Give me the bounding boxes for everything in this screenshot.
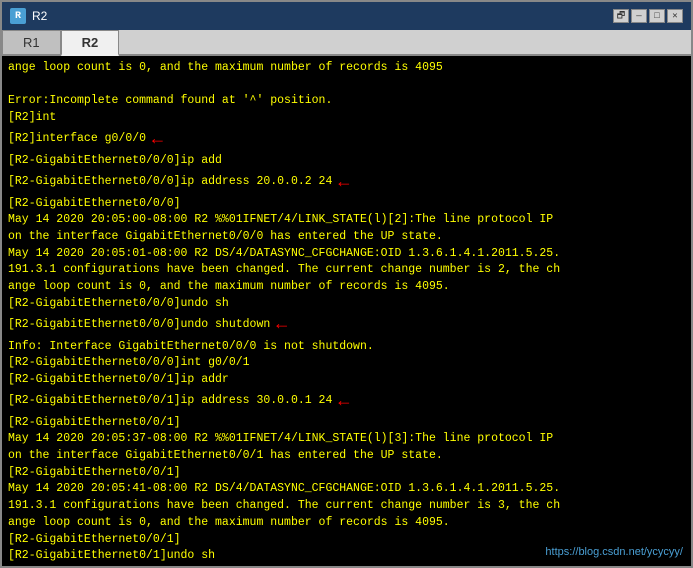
arrow-indicator: ← — [152, 127, 163, 153]
terminal-line: [R2-GigabitEthernet0/0/0]int g0/0/1 — [8, 355, 685, 372]
terminal-line: [R2-GigabitEthernet0/0/1]ip address 30.0… — [8, 389, 685, 415]
terminal-line: [R2-GigabitEthernet0/0/1] — [8, 415, 685, 432]
line-text: [R2-GigabitEthernet0/0/0]undo sh — [8, 296, 229, 313]
line-text: on the interface GigabitEthernet0/0/1 ha… — [8, 448, 443, 465]
terminal-line: ange loop count is 0, and the maximum nu… — [8, 279, 685, 296]
window-title: R2 — [32, 9, 607, 23]
app-icon: R — [10, 8, 26, 24]
title-bar: R R2 🗗 — □ ✕ — [2, 2, 691, 30]
terminal-line: 191.3.1 configurations have been changed… — [8, 498, 685, 515]
line-text: Error:Incomplete command found at '^' po… — [8, 93, 332, 110]
terminal-line: [R2-GigabitEthernet0/0/0] — [8, 196, 685, 213]
line-text: ange loop count is 0, and the maximum nu… — [8, 279, 450, 296]
terminal-line: [R2-GigabitEthernet0/0/0]undo sh — [8, 296, 685, 313]
terminal-line: on the interface GigabitEthernet0/0/1 ha… — [8, 448, 685, 465]
line-text: on the interface GigabitEthernet0/0/0 ha… — [8, 229, 443, 246]
window-controls: 🗗 — □ ✕ — [613, 9, 683, 23]
line-text: 191.3.1 configurations have been changed… — [8, 262, 560, 279]
terminal-line: [R2-GigabitEthernet0/0/1] — [8, 532, 685, 549]
minimize-button[interactable]: — — [631, 9, 647, 23]
main-window: R R2 🗗 — □ ✕ R1 R2 ange loop count is 0,… — [0, 0, 693, 568]
line-text: May 14 2020 20:05:41-08:00 R2 DS/4/DATAS… — [8, 481, 560, 498]
line-text: [R2-GigabitEthernet0/0/0]int g0/0/1 — [8, 355, 250, 372]
terminal-output[interactable]: ange loop count is 0, and the maximum nu… — [2, 56, 691, 566]
arrow-indicator: ← — [276, 565, 287, 566]
terminal-line: [R2-GigabitEthernet0/0/1] — [8, 465, 685, 482]
line-text: May 14 2020 20:05:37-08:00 R2 %%01IFNET/… — [8, 431, 553, 448]
line-text: [R2-GigabitEthernet0/1]undo sh — [8, 548, 215, 565]
line-text: [R2-GigabitEthernet0/0/0]undo shutdown — [8, 317, 270, 334]
terminal-line: [R2]interface g0/0/0 ← — [8, 127, 685, 153]
line-text: [R2-GigabitEthernet0/0/1]ip addr — [8, 372, 229, 389]
terminal-line: Info: Interface GigabitEthernet0/0/0 is … — [8, 339, 685, 356]
arrow-indicator: ← — [276, 312, 287, 338]
tab-r1[interactable]: R1 — [2, 30, 61, 54]
line-text: [R2-GigabitEthernet0/0/1] — [8, 532, 181, 549]
line-text: 191.3.1 configurations have been changed… — [8, 498, 560, 515]
terminal-line: [R2-GigabitEthernet0/0/0]ip address 20.0… — [8, 170, 685, 196]
line-text: [R2]int — [8, 110, 56, 127]
terminal-line: on the interface GigabitEthernet0/0/0 ha… — [8, 229, 685, 246]
line-text: [R2-GigabitEthernet0/0/1]ip address 30.0… — [8, 393, 332, 410]
terminal-line: [R2-GigabitEthernet0/0/0]ip add — [8, 153, 685, 170]
terminal-line: May 14 2020 20:05:41-08:00 R2 DS/4/DATAS… — [8, 481, 685, 498]
line-text: [R2-GigabitEthernet0/0/1] — [8, 465, 181, 482]
terminal-line — [8, 77, 685, 94]
tab-r2[interactable]: R2 — [61, 30, 120, 56]
restore-button[interactable]: 🗗 — [613, 9, 629, 23]
line-text: May 14 2020 20:05:01-08:00 R2 DS/4/DATAS… — [8, 246, 560, 263]
terminal-line: ange loop count is 0, and the maximum nu… — [8, 60, 685, 77]
line-text: [R2-GigabitEthernet0/0/0]ip address 20.0… — [8, 174, 332, 191]
terminal-line: May 14 2020 20:05:00-08:00 R2 %%01IFNET/… — [8, 212, 685, 229]
terminal-line: [R2-GigabitEthernet0/0/1]undo shutdown← — [8, 565, 685, 566]
close-button[interactable]: ✕ — [667, 9, 683, 23]
line-text: ange loop count is 0, and the maximum nu… — [8, 515, 450, 532]
terminal-line: [R2]int — [8, 110, 685, 127]
line-text: [R2]interface g0/0/0 — [8, 131, 146, 148]
terminal-line: [R2-GigabitEthernet0/0/1]ip addr — [8, 372, 685, 389]
line-text: May 14 2020 20:05:00-08:00 R2 %%01IFNET/… — [8, 212, 553, 229]
arrow-indicator: ← — [338, 389, 349, 415]
line-text: [R2-GigabitEthernet0/0/1] — [8, 415, 181, 432]
terminal-line: May 14 2020 20:05:37-08:00 R2 %%01IFNET/… — [8, 431, 685, 448]
terminal-line: Error:Incomplete command found at '^' po… — [8, 93, 685, 110]
terminal-line: [R2-GigabitEthernet0/1]undo sh — [8, 548, 685, 565]
terminal-line: [R2-GigabitEthernet0/0/0]undo shutdown ← — [8, 312, 685, 338]
line-text: [R2-GigabitEthernet0/0/0] — [8, 196, 181, 213]
terminal-container: ange loop count is 0, and the maximum nu… — [2, 56, 691, 566]
terminal-line: May 14 2020 20:05:01-08:00 R2 DS/4/DATAS… — [8, 246, 685, 263]
terminal-line: ange loop count is 0, and the maximum nu… — [8, 515, 685, 532]
arrow-indicator: ← — [338, 170, 349, 196]
line-text: [R2-GigabitEthernet0/0/0]ip add — [8, 153, 222, 170]
line-text: Info: Interface GigabitEthernet0/0/0 is … — [8, 339, 374, 356]
terminal-line: 191.3.1 configurations have been changed… — [8, 262, 685, 279]
maximize-button[interactable]: □ — [649, 9, 665, 23]
line-text: ange loop count is 0, and the maximum nu… — [8, 60, 443, 77]
tab-bar: R1 R2 — [2, 30, 691, 56]
